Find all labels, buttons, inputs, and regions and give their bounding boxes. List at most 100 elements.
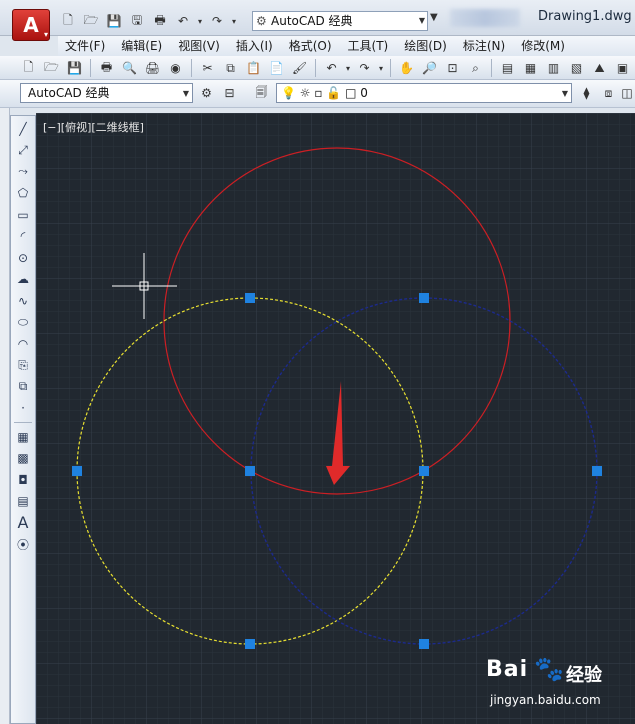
grip-point[interactable] (419, 639, 429, 649)
watermark-url: jingyan.baidu.com (490, 693, 601, 707)
properties-icon[interactable]: ▤ (497, 59, 518, 77)
menu-file[interactable]: 文件(F) (58, 36, 114, 56)
polyline-icon[interactable]: ⤳ (12, 161, 34, 183)
cut-icon[interactable]: ✂ (197, 59, 218, 77)
undo-icon[interactable]: ↶ (173, 12, 193, 30)
undo-dropdown-icon[interactable]: ▾ (196, 12, 204, 30)
undo-icon[interactable]: ↶ (321, 59, 342, 77)
baidu-jingyan-watermark: Bai 🐾 经验 jingyan.baidu.com (486, 655, 632, 715)
paw-icon: 🐾 (534, 655, 564, 683)
workspace-selector[interactable]: ⚙ AutoCAD 经典 ▼ (252, 11, 428, 31)
revision-cloud-icon[interactable]: ☁ (12, 269, 34, 291)
make-block-icon[interactable]: ⧉ (12, 376, 34, 398)
circle-icon[interactable]: ⊙ (12, 247, 34, 269)
table-icon[interactable]: ▤ (12, 491, 34, 513)
layer-name: 0 (360, 86, 368, 100)
new-icon[interactable]: 🗋 (18, 59, 39, 77)
save-as-icon[interactable]: 🖫 (127, 12, 147, 30)
menu-modify[interactable]: 修改(M) (514, 36, 574, 56)
make-object-layer-current-icon[interactable]: ⧫ (576, 84, 597, 102)
layer-state-icon[interactable]: ◫ (619, 84, 635, 102)
grip-point[interactable] (245, 293, 255, 303)
multiline-text-icon[interactable]: A (12, 512, 34, 534)
customize-quick-access-icon[interactable]: ▼ (430, 12, 438, 23)
design-center-icon[interactable]: ▦ (520, 59, 541, 77)
region-icon[interactable]: ◘ (12, 469, 34, 491)
publish-icon[interactable]: 🖨 (142, 59, 163, 77)
menu-dimension[interactable]: 标注(N) (456, 36, 514, 56)
workspace-save-icon[interactable]: ⊟ (219, 84, 240, 102)
zoom-realtime-icon[interactable]: 🔎 (419, 59, 440, 77)
blurred-region (450, 9, 520, 27)
ellipse-icon[interactable]: ⬭ (12, 312, 34, 334)
markup-icon[interactable]: ⛰ (589, 59, 610, 77)
plot-icon[interactable]: 🖶 (96, 59, 117, 77)
dropdown-arrow-icon: ▾ (43, 30, 48, 39)
match-properties-icon[interactable]: 🖌 (289, 59, 310, 77)
gradient-icon[interactable]: ▩ (12, 448, 34, 470)
redo-dropdown-icon[interactable]: ▾ (377, 59, 385, 77)
layer-color-icon: □ (345, 86, 357, 100)
drawing-canvas[interactable]: [−][俯视][二维线框] (36, 113, 635, 724)
layer-previous-icon[interactable]: ⧈ (598, 84, 619, 102)
grip-point[interactable] (419, 293, 429, 303)
application-menu-button[interactable]: A ▾ (12, 9, 50, 41)
save-icon[interactable]: 💾 (104, 12, 124, 30)
polygon-icon[interactable]: ⬠ (12, 183, 34, 205)
calculator-icon[interactable]: ▣ (612, 59, 633, 77)
redo-icon[interactable]: ↷ (207, 12, 227, 30)
grip-point[interactable] (419, 466, 429, 476)
redo-dropdown-icon[interactable]: ▾ (230, 12, 238, 30)
watermark-text: 经验 (566, 665, 602, 686)
ellipse-arc-icon[interactable]: ◠ (12, 333, 34, 355)
menu-tools[interactable]: 工具(T) (341, 36, 398, 56)
3d-dwf-icon[interactable]: ◉ (165, 59, 186, 77)
new-file-icon[interactable]: 🗋 (58, 12, 78, 30)
grid (36, 113, 635, 724)
tool-palettes-icon[interactable]: ▥ (543, 59, 564, 77)
redo-icon[interactable]: ↷ (354, 59, 375, 77)
workspace-label: AutoCAD 经典 (271, 14, 353, 28)
layer-manager-icon[interactable]: 🗐 (251, 84, 272, 102)
spline-icon[interactable]: ∿ (12, 290, 34, 312)
menu-insert[interactable]: 插入(I) (229, 36, 282, 56)
add-selected-icon[interactable]: ⦿ (12, 534, 34, 556)
layer-on-icon: 💡 (281, 86, 296, 100)
rectangle-icon[interactable]: ▭ (12, 204, 34, 226)
baidu-logo: Bai (486, 657, 529, 682)
menu-view[interactable]: 视图(V) (171, 36, 229, 56)
save-icon[interactable]: 💾 (64, 59, 85, 77)
menu-edit[interactable]: 编辑(E) (114, 36, 171, 56)
workspace-combo-label: AutoCAD 经典 (28, 86, 110, 100)
hatch-icon[interactable]: ▦ (12, 426, 34, 448)
paste-icon[interactable]: 📋 (243, 59, 264, 77)
zoom-previous-icon[interactable]: ⌕ (465, 59, 486, 77)
workspace-settings-icon[interactable]: ⚙ (196, 84, 217, 102)
insert-block-icon[interactable]: ⎘ (12, 355, 34, 377)
point-icon[interactable]: · (12, 398, 34, 420)
line-icon[interactable]: ╱ (12, 118, 34, 140)
model-space[interactable] (36, 113, 635, 724)
viewport-controls-label[interactable]: [−][俯视][二维线框] (43, 119, 144, 135)
open-icon[interactable]: 🗁 (41, 59, 62, 77)
grip-point[interactable] (592, 466, 602, 476)
grip-point[interactable] (245, 639, 255, 649)
menu-format[interactable]: 格式(O) (282, 36, 341, 56)
sheet-set-icon[interactable]: ▧ (566, 59, 587, 77)
copy-icon[interactable]: ⧉ (220, 59, 241, 77)
construction-line-icon[interactable]: ⤢ (12, 140, 34, 162)
plot-preview-icon[interactable]: 🔍 (119, 59, 140, 77)
arc-icon[interactable]: ◜ (12, 226, 34, 248)
layer-control[interactable]: 💡 ☼ ▫ 🔓 □ 0 ▼ (276, 83, 572, 103)
grip-point[interactable] (72, 466, 82, 476)
layer-lock-icon: 🔓 (326, 86, 342, 100)
workspace-combo[interactable]: AutoCAD 经典 ▼ (20, 83, 193, 103)
open-file-icon[interactable]: 🗁 (81, 12, 101, 30)
undo-dropdown-icon[interactable]: ▾ (344, 59, 352, 77)
grip-point[interactable] (245, 466, 255, 476)
paste-block-icon[interactable]: 📄 (266, 59, 287, 77)
print-icon[interactable]: 🖶 (150, 12, 170, 30)
zoom-window-icon[interactable]: ⊡ (442, 59, 463, 77)
menu-draw[interactable]: 绘图(D) (397, 36, 456, 56)
pan-icon[interactable]: ✋ (396, 59, 417, 77)
